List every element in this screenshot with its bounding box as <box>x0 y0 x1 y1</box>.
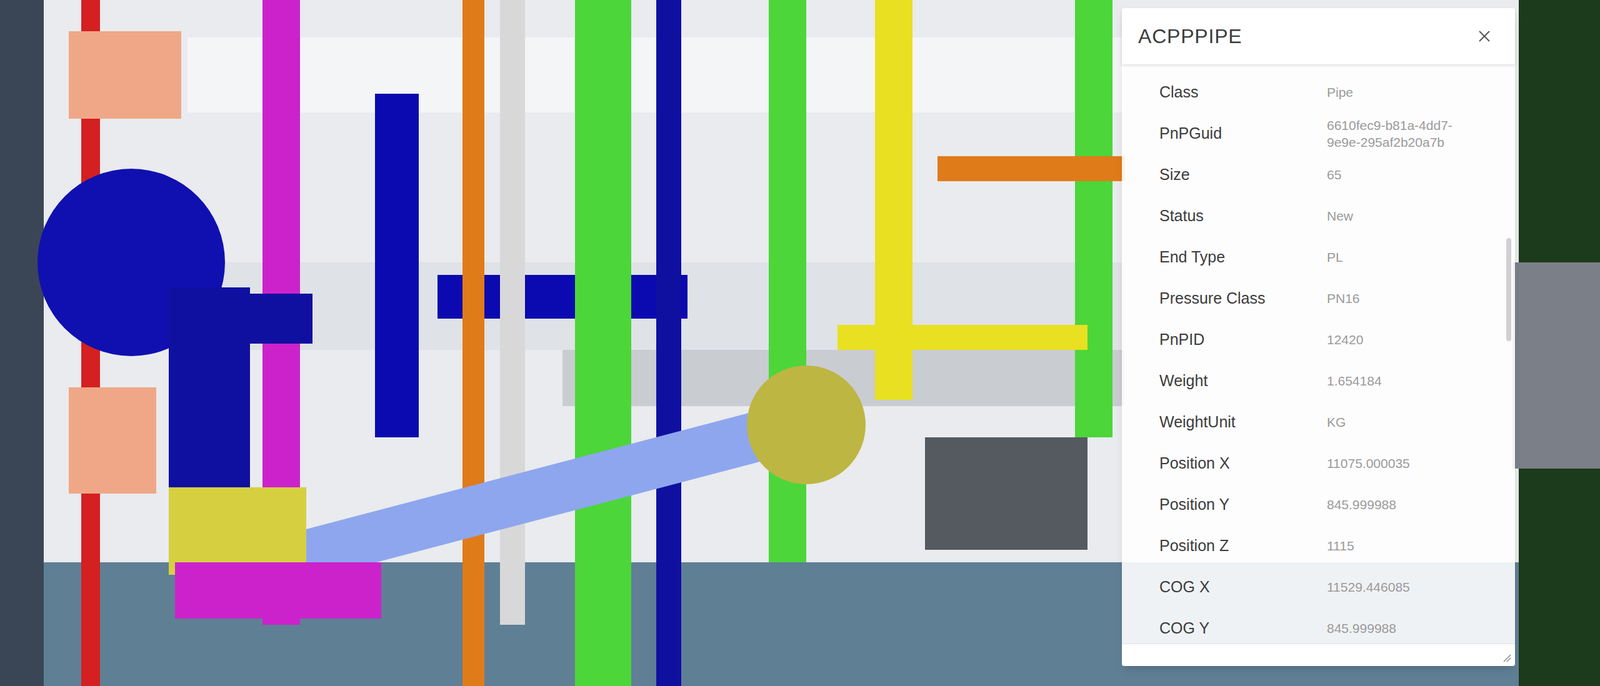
property-label: Class <box>1159 80 1327 105</box>
property-label: PnPID <box>1159 328 1327 352</box>
property-row: Position Z1115 <box>1121 525 1515 567</box>
property-row: End TypePL <box>1121 236 1515 279</box>
property-value: 6610fec9-b81a-4dd7-9e9e-295af2b20a7b <box>1326 116 1477 152</box>
property-value: New <box>1326 207 1477 225</box>
properties-panel[interactable]: ACPPPIPEClassPipePnPGuid6610fec9-b81a-4d… <box>1121 8 1515 667</box>
property-value: 845.999988 <box>1326 620 1477 637</box>
property-value: 1115 <box>1326 537 1477 555</box>
panel-header: ACPPPIPE <box>1121 8 1515 65</box>
close-button[interactable] <box>1470 21 1499 51</box>
property-row: WeightUnitKG <box>1121 401 1515 444</box>
property-label: Size <box>1159 163 1327 187</box>
property-value: 12420 <box>1326 331 1477 349</box>
property-label: End Type <box>1159 245 1327 270</box>
property-value: KG <box>1326 413 1477 431</box>
property-value: 1.654184 <box>1326 372 1477 390</box>
property-label: Weight <box>1159 369 1327 394</box>
property-value: 65 <box>1326 166 1477 184</box>
property-row: Pressure ClassPN16 <box>1121 278 1515 320</box>
property-label: Position Y <box>1159 493 1327 517</box>
property-row: Weight1.654184 <box>1121 360 1515 402</box>
scrollbar[interactable] <box>1506 64 1512 644</box>
property-row: Size65 <box>1121 154 1515 196</box>
property-value: 11529.446085 <box>1326 578 1477 596</box>
property-value: 11075.000035 <box>1326 455 1477 472</box>
scrollbar-thumb[interactable] <box>1506 238 1512 342</box>
property-row: PnPGuid6610fec9-b81a-4dd7-9e9e-295af2b20… <box>1121 113 1515 155</box>
property-value: PN16 <box>1326 290 1477 307</box>
property-value: 845.999988 <box>1326 496 1477 514</box>
panel-title: ACPPPIPE <box>1138 21 1242 52</box>
property-label: Position Z <box>1159 534 1327 559</box>
property-label: COG X <box>1159 575 1327 600</box>
property-list: ClassPipePnPGuid6610fec9-b81a-4dd7-9e9e-… <box>1121 64 1515 644</box>
property-label: Status <box>1159 204 1327 229</box>
panel-footer <box>1121 643 1515 667</box>
property-row: PnPID12420 <box>1121 319 1515 361</box>
property-row: ClassPipe <box>1121 71 1515 114</box>
app: ACPPPIPEClassPipePnPGuid6610fec9-b81a-4d… <box>0 0 1600 686</box>
property-label: Pressure Class <box>1159 286 1327 311</box>
property-value: Pipe <box>1326 83 1477 101</box>
property-label: WeightUnit <box>1159 410 1327 435</box>
property-label: Position X <box>1159 451 1327 476</box>
property-row: COG Y845.999988 <box>1121 608 1515 644</box>
property-label: COG Y <box>1159 616 1327 641</box>
panel-body: ClassPipePnPGuid6610fec9-b81a-4dd7-9e9e-… <box>1121 64 1515 644</box>
property-label: PnPGuid <box>1159 121 1327 146</box>
property-row: Position X11075.000035 <box>1121 443 1515 485</box>
property-row: Position Y845.999988 <box>1121 484 1515 526</box>
close-icon <box>1475 26 1494 46</box>
resize-grip-icon[interactable] <box>1502 653 1512 663</box>
property-row: StatusNew <box>1121 195 1515 237</box>
property-row: COG X11529.446085 <box>1121 566 1515 609</box>
property-value: PL <box>1326 248 1477 266</box>
